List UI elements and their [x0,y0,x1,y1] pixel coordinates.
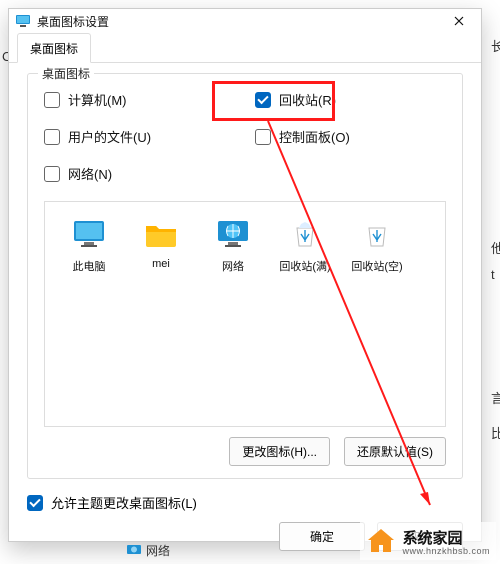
tab-strip: 桌面图标 [9,33,481,63]
titlebar: 桌面图标设置 [9,9,481,33]
preview-item-user-folder[interactable]: mei [125,212,197,274]
checkbox-control-panel[interactable]: 控制面板(O) [255,127,446,146]
recycle-bin-full-icon [287,216,323,252]
checkbox-box [255,129,271,145]
watermark-title: 系统家园 [402,530,462,547]
preview-item-recycle-empty[interactable]: 回收站(空) [341,212,413,278]
checkbox-recycle-bin[interactable]: 回收站(R) [255,90,446,109]
preview-item-this-pc[interactable]: 此电脑 [53,212,125,278]
watermark: 系统家园 www.hnzkhbsb.com [360,522,496,560]
watermark-url: www.hnzkhbsb.com [402,546,490,556]
dialog-content: 桌面图标 计算机(M) 回收站(R) 用户的文件(U) 控制面板(O) [9,63,481,512]
stray-text: 言 [491,388,500,407]
stray-text: 比 [491,423,500,442]
tab-desktop-icons[interactable]: 桌面图标 [17,33,91,63]
stray-text: t [491,267,495,282]
recycle-bin-empty-icon [359,216,395,252]
restore-default-button[interactable]: 还原默认值(S) [344,437,446,466]
stray-text: 长 [491,36,500,55]
change-icon-button[interactable]: 更改图标(H)... [229,437,330,466]
checkbox-computer[interactable]: 计算机(M) [44,90,235,109]
desktop-icons-group: 桌面图标 计算机(M) 回收站(R) 用户的文件(U) 控制面板(O) [27,73,463,479]
checkbox-user-files[interactable]: 用户的文件(U) [44,127,235,146]
house-icon [366,526,396,556]
close-button[interactable] [441,9,477,33]
icon-preview-list: 此电脑 mei 网络 [44,201,446,427]
ok-button[interactable]: 确定 [279,522,365,551]
group-legend: 桌面图标 [38,65,94,82]
preview-label: 回收站(空) [351,258,402,274]
checkbox-box [44,166,60,182]
app-icon [15,13,31,29]
checkbox-box [255,92,271,108]
preview-label: 回收站(满) [279,258,330,274]
preview-label: 网络 [222,258,244,274]
checkbox-label: 允许主题更改桌面图标(L) [51,493,197,512]
background-nav-item: 网络 [126,542,170,559]
checkbox-label: 计算机(M) [68,90,127,109]
checkbox-network[interactable]: 网络(N) [44,164,235,183]
preview-label: 此电脑 [73,258,106,274]
preview-label: mei [152,258,170,270]
background-nav-label: 网络 [146,542,170,559]
monitor-icon [71,216,107,252]
checkbox-box [44,92,60,108]
stray-text: 他 [491,238,500,257]
network-globe-icon [215,216,251,252]
checkbox-label: 控制面板(O) [279,127,350,146]
checkbox-box [27,495,43,511]
network-mini-icon [126,543,142,559]
icon-button-row: 更改图标(H)... 还原默认值(S) [44,437,446,466]
checkbox-label: 用户的文件(U) [68,127,151,146]
window-title: 桌面图标设置 [37,13,441,30]
preview-item-recycle-full[interactable]: 回收站(满) [269,212,341,278]
checkbox-box [44,129,60,145]
folder-icon [143,216,179,252]
preview-item-network[interactable]: 网络 [197,212,269,278]
checkbox-allow-theme-change[interactable]: 允许主题更改桌面图标(L) [27,493,463,512]
desktop-icon-settings-dialog: 桌面图标设置 桌面图标 桌面图标 计算机(M) 回收站(R) 用户的文件( [8,8,482,542]
checkbox-label: 回收站(R) [279,90,336,109]
checkbox-label: 网络(N) [68,164,112,183]
